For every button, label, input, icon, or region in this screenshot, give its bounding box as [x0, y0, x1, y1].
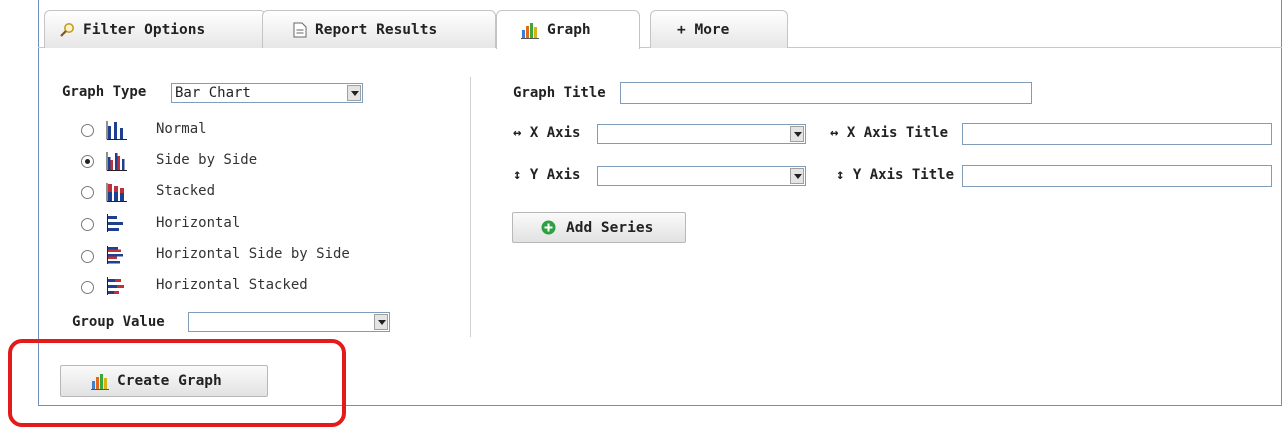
highlight-annotation [8, 339, 346, 427]
add-series-button[interactable]: Add Series [512, 212, 686, 243]
radio-horizontal-side-by-side[interactable] [81, 250, 94, 263]
y-axis-select[interactable] [597, 166, 806, 186]
option-label-normal: Normal [156, 121, 207, 137]
tab-label: Graph [547, 22, 591, 38]
tab-graph[interactable]: Graph [496, 10, 640, 49]
document-icon [293, 22, 307, 37]
bar-chart-horizontal-stacked-icon [107, 277, 124, 295]
radio-normal[interactable] [81, 124, 94, 137]
option-label-horizontal: Horizontal [156, 215, 241, 231]
graph-type-select[interactable]: Bar Chart [171, 83, 363, 103]
x-axis-select[interactable] [597, 124, 806, 144]
y-axis-title-label: ↕ Y Axis Title [836, 167, 955, 183]
tab-label: Filter Options [83, 21, 206, 38]
x-axis-label: ↔ X Axis [513, 125, 581, 141]
add-icon [541, 220, 556, 235]
option-label-horizontal-side-by-side: Horizontal Side by Side [156, 246, 350, 262]
radio-side-by-side[interactable] [81, 155, 94, 168]
bar-chart-horizontal-side-by-side-icon [107, 246, 123, 264]
x-axis-title-label: ↔ X Axis Title [830, 125, 949, 141]
graph-type-value: Bar Chart [175, 85, 251, 101]
bar-chart-normal-icon [106, 121, 127, 140]
radio-horizontal-stacked[interactable] [81, 281, 94, 294]
tab-report-results[interactable]: Report Results [262, 10, 496, 48]
group-value-label: Group Value [72, 314, 165, 330]
graph-title-input[interactable] [620, 82, 1032, 104]
radio-stacked[interactable] [81, 186, 94, 199]
add-series-label: Add Series [566, 219, 654, 236]
y-axis-label: ↕ Y Axis [513, 167, 581, 183]
x-axis-title-input[interactable] [962, 123, 1272, 145]
chevron-down-icon [347, 85, 361, 101]
tab-label: Report Results [315, 21, 438, 38]
column-divider [470, 77, 471, 337]
bar-chart-horizontal-icon [107, 214, 123, 232]
graph-type-label: Graph Type [62, 84, 147, 100]
graph-title-label: Graph Title [513, 85, 606, 101]
bar-chart-side-by-side-icon [106, 152, 127, 171]
tab-label: + More [677, 21, 730, 38]
option-label-stacked: Stacked [156, 183, 216, 199]
radio-horizontal[interactable] [81, 218, 94, 231]
chevron-down-icon [374, 314, 388, 330]
y-axis-title-input[interactable] [962, 165, 1272, 187]
magnifier-icon [60, 22, 74, 37]
tab-more[interactable]: + More [650, 10, 788, 48]
bar-chart-stacked-icon [106, 183, 127, 202]
chevron-down-icon [790, 168, 804, 184]
group-value-select[interactable] [188, 312, 390, 332]
option-label-side-by-side: Side by Side [156, 152, 258, 168]
tab-filter-options[interactable]: Filter Options [44, 10, 266, 48]
chevron-down-icon [790, 126, 804, 142]
bar-graph-icon [521, 23, 539, 39]
option-label-horizontal-stacked: Horizontal Stacked [156, 277, 308, 293]
